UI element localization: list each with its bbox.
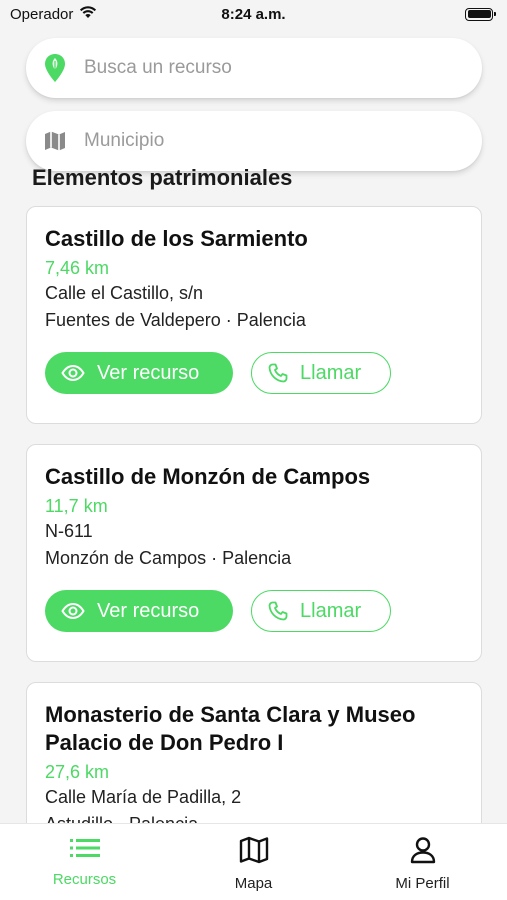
map-icon	[239, 836, 269, 869]
call-button[interactable]: Llamar	[251, 352, 391, 394]
section-title: Elementos patrimoniales	[32, 165, 293, 190]
eye-icon	[61, 365, 85, 381]
phone-icon	[268, 601, 288, 621]
carrier-group: Operador	[10, 5, 97, 23]
resource-title: Monasterio de Santa Clara y Museo Palaci…	[45, 702, 416, 755]
card-actions: Ver recurso Llamar	[45, 590, 463, 632]
user-icon	[409, 836, 437, 869]
resource-distance: 27,6 km	[45, 762, 110, 782]
eye-icon	[61, 603, 85, 619]
resource-address: Calle María de Padilla, 2	[45, 787, 242, 807]
resource-card: Monasterio de Santa Clara y Museo Palaci…	[26, 682, 482, 823]
card-actions: Ver recurso Llamar	[45, 352, 463, 394]
view-resource-button[interactable]: Ver recurso	[45, 590, 233, 632]
resource-locality: Monzón de Campos · Palencia	[45, 548, 292, 568]
wifi-icon	[79, 5, 97, 23]
list-icon	[69, 836, 101, 865]
call-button[interactable]: Llamar	[251, 590, 391, 632]
resource-title: Castillo de los Sarmiento	[45, 226, 308, 251]
resource-card: Castillo de los Sarmiento 7,46 km Calle …	[26, 206, 482, 424]
tab-label: Mapa	[234, 875, 273, 892]
resource-address: Calle el Castillo, s/n	[45, 283, 204, 303]
resource-list[interactable]: Castillo de los Sarmiento 7,46 km Calle …	[26, 206, 482, 823]
status-bar: Operador 8:24 a.m.	[0, 0, 507, 28]
view-resource-label: Ver recurso	[97, 599, 200, 622]
resource-title: Castillo de Monzón de Campos	[45, 464, 371, 489]
tab-label: Mi Perfil	[395, 875, 450, 892]
resource-locality: Astudillo · Palencia	[45, 811, 463, 823]
tab-recursos[interactable]: Recursos	[10, 836, 160, 888]
map-folded-icon	[42, 126, 68, 156]
carrier-label: Operador	[10, 5, 74, 23]
resource-card: Castillo de Monzón de Campos 11,7 km N-6…	[26, 444, 482, 662]
battery-icon	[465, 7, 496, 21]
municipality-search-field[interactable]	[26, 111, 482, 171]
tab-bar: Recursos Mapa Mi Perfil	[0, 823, 507, 900]
view-resource-label: Ver recurso	[97, 361, 200, 384]
resource-search-field[interactable]	[26, 38, 482, 98]
tab-mapa[interactable]: Mapa	[179, 836, 329, 892]
call-label: Llamar	[300, 599, 362, 622]
resource-search-input[interactable]	[84, 57, 444, 79]
resource-locality: Fuentes de Valdepero · Palencia	[45, 310, 306, 330]
tab-label: Recursos	[52, 871, 117, 888]
phone-icon	[268, 363, 288, 383]
leaf-pin-icon	[42, 53, 68, 83]
tab-mi-perfil[interactable]: Mi Perfil	[348, 836, 498, 892]
resource-distance: 7,46 km	[45, 258, 110, 278]
resource-distance: 11,7 km	[45, 496, 108, 516]
resource-address: N-611	[45, 521, 93, 541]
call-label: Llamar	[300, 361, 362, 384]
view-resource-button[interactable]: Ver recurso	[45, 352, 233, 394]
municipality-search-input[interactable]	[84, 130, 444, 152]
